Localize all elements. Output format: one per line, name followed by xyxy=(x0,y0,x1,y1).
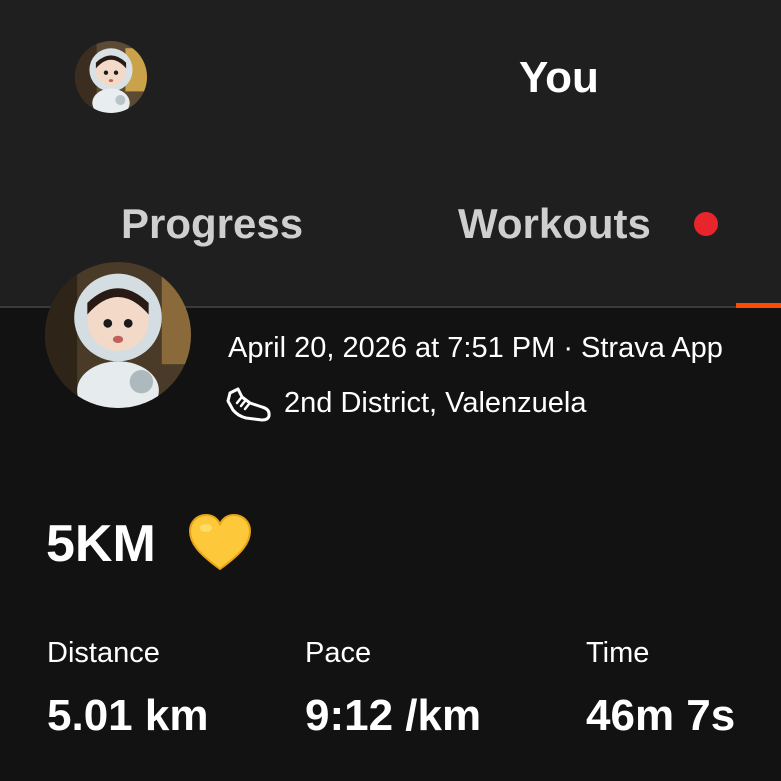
profile-avatar[interactable] xyxy=(75,41,147,113)
stat-label-time: Time xyxy=(586,637,650,669)
stat-value-time: 46m 7s xyxy=(586,691,736,740)
athlete-avatar[interactable] xyxy=(45,262,191,408)
activity-location: 2nd District, Valenzuela xyxy=(284,387,587,419)
active-tab-indicator xyxy=(736,303,781,308)
page-title: You xyxy=(519,53,599,102)
stat-value-pace: 9:12 /km xyxy=(305,691,482,740)
running-shoe-icon xyxy=(226,387,271,422)
stat-value-distance: 5.01 km xyxy=(47,691,209,740)
stat-label-distance: Distance xyxy=(47,637,160,669)
tab-progress[interactable]: Progress xyxy=(121,199,303,249)
activity-title[interactable]: 5KM xyxy=(46,514,156,574)
notification-dot xyxy=(694,212,718,236)
yellow-heart-icon xyxy=(188,513,252,571)
stat-label-pace: Pace xyxy=(305,637,372,669)
tab-workouts[interactable]: Workouts xyxy=(458,199,651,249)
activity-datetime-source: April 20, 2026 at 7:51 PM · Strava App xyxy=(228,332,723,364)
